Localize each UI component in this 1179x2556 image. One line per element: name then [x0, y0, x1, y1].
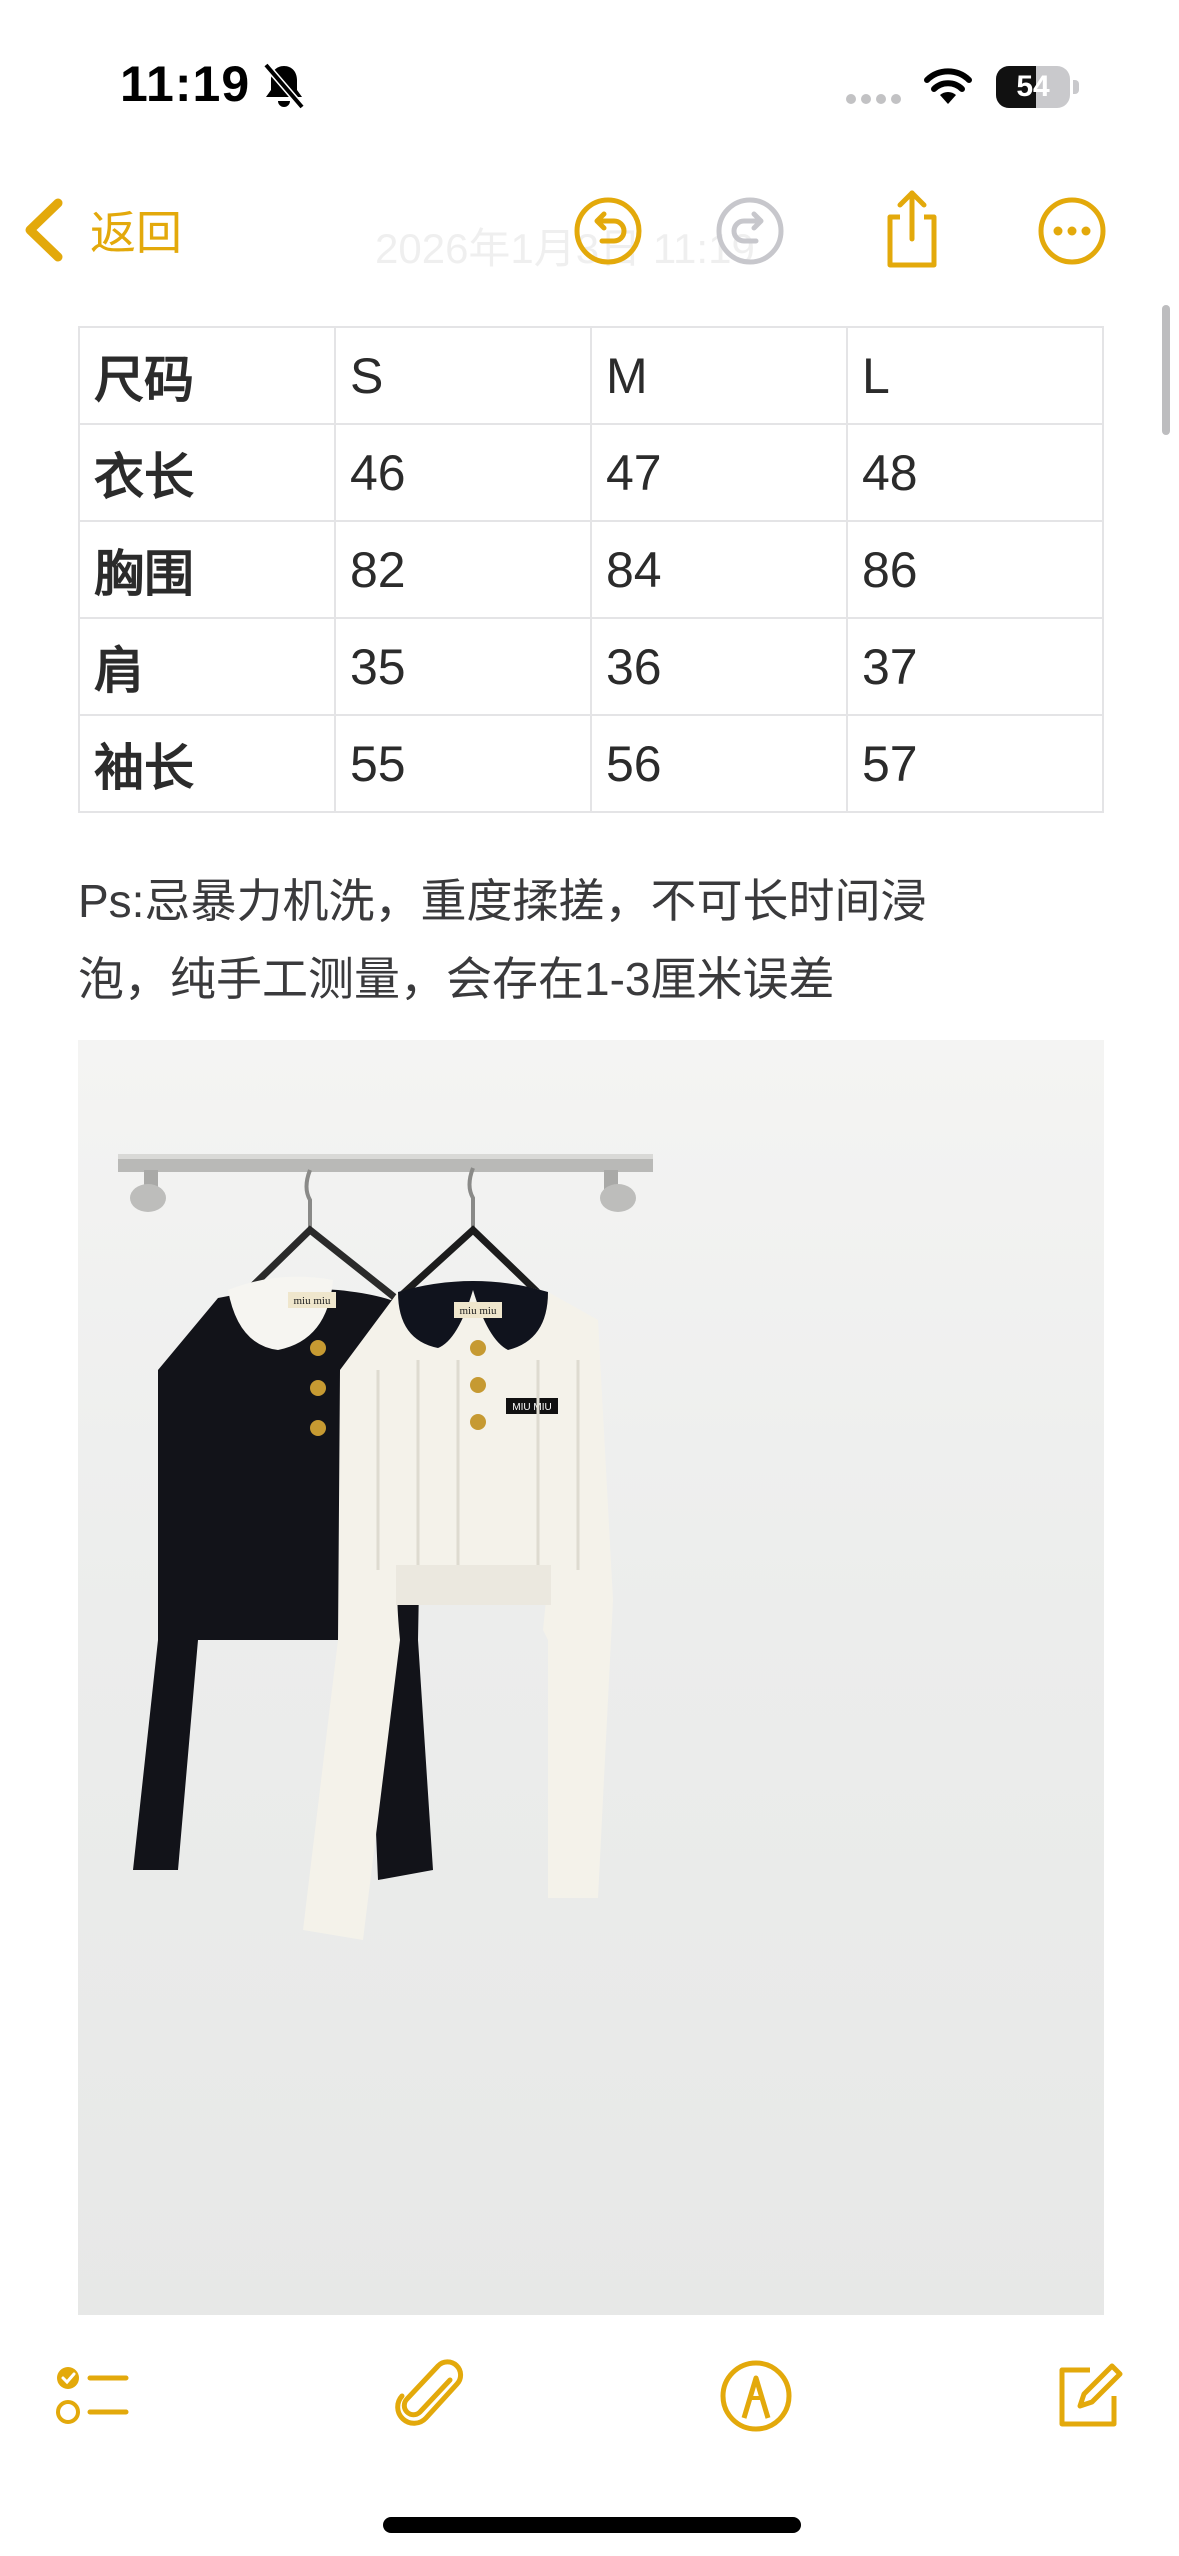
sweater-label-left: miu miu — [294, 1295, 331, 1307]
paperclip-icon[interactable] — [392, 2358, 468, 2434]
cellular-dots-icon — [846, 94, 901, 104]
table-header-cell[interactable]: 尺码 — [78, 326, 336, 425]
clock: 11:19 — [120, 56, 251, 112]
sweater-label-right: miu miu — [460, 1305, 497, 1317]
home-indicator[interactable] — [383, 2517, 801, 2533]
table-header-cell[interactable]: M — [590, 326, 848, 425]
table-header-cell[interactable]: S — [334, 326, 592, 425]
battery-indicator: 54 — [996, 66, 1080, 108]
bell-slash-icon — [263, 62, 305, 110]
table-row: 袖长 55 56 57 — [78, 714, 1104, 813]
sweater-badge: MIU MIU — [512, 1402, 551, 1413]
more-icon[interactable] — [1036, 195, 1108, 267]
table-cell[interactable]: 55 — [334, 714, 592, 813]
sweaters-on-rack-image: miu miu miu miu MIU MIU — [118, 1154, 653, 1940]
markup-pen-icon[interactable] — [718, 2358, 794, 2434]
table-cell[interactable]: 46 — [334, 423, 592, 522]
table-row: 胸围 82 84 86 — [78, 520, 1104, 619]
table-cell[interactable]: 36 — [590, 617, 848, 716]
checklist-icon[interactable] — [54, 2358, 130, 2434]
table-cell[interactable]: 袖长 — [78, 714, 336, 813]
table-cell[interactable]: 衣长 — [78, 423, 336, 522]
table-cell[interactable]: 47 — [590, 423, 848, 522]
back-button[interactable]: 返回 — [20, 190, 182, 270]
bottom-toolbar — [0, 2330, 1179, 2470]
table-cell[interactable]: 48 — [846, 423, 1104, 522]
table-header-cell[interactable]: L — [846, 326, 1104, 425]
battery-level: 54 — [1016, 70, 1050, 103]
undo-icon[interactable] — [572, 195, 644, 267]
table-cell[interactable]: 35 — [334, 617, 592, 716]
wifi-icon — [924, 68, 972, 104]
scroll-indicator[interactable] — [1162, 305, 1170, 435]
product-photo[interactable]: miu miu miu miu MIU MIU — [78, 1040, 1104, 2315]
back-label: 返回 — [90, 207, 182, 259]
note-line: Ps:忌暴力机洗，重度揉搓，不可长时间浸 — [78, 875, 927, 927]
table-cell[interactable]: 56 — [590, 714, 848, 813]
table-cell[interactable]: 胸围 — [78, 520, 336, 619]
table-cell[interactable]: 84 — [590, 520, 848, 619]
navigation-bar: 返回 2026年1月3日 11:19 — [0, 170, 1179, 290]
table-header-row: 尺码 S M L — [78, 326, 1104, 425]
table-cell[interactable]: 86 — [846, 520, 1104, 619]
table-row: 衣长 46 47 48 — [78, 423, 1104, 522]
size-table: 尺码 S M L 衣长 46 47 48 胸围 82 84 86 肩 35 36… — [78, 326, 1104, 813]
note-line: 泡，纯手工测量，会存在1-3厘米误差 — [78, 953, 835, 1005]
compose-icon[interactable] — [1050, 2358, 1126, 2434]
share-icon[interactable] — [876, 187, 948, 271]
redo-icon[interactable] — [714, 195, 786, 267]
back-chevron-icon — [25, 198, 63, 262]
table-cell[interactable]: 57 — [846, 714, 1104, 813]
table-cell[interactable]: 37 — [846, 617, 1104, 716]
table-cell[interactable]: 肩 — [78, 617, 336, 716]
table-cell[interactable]: 82 — [334, 520, 592, 619]
note-date-title: 2026年1月3日 11:19 — [375, 225, 755, 272]
note-text[interactable]: Ps:忌暴力机洗，重度揉搓，不可长时间浸 泡，纯手工测量，会存在1-3厘米误差 — [78, 862, 1108, 1018]
table-row: 肩 35 36 37 — [78, 617, 1104, 716]
status-bar: 11:19 54 — [0, 0, 1179, 150]
